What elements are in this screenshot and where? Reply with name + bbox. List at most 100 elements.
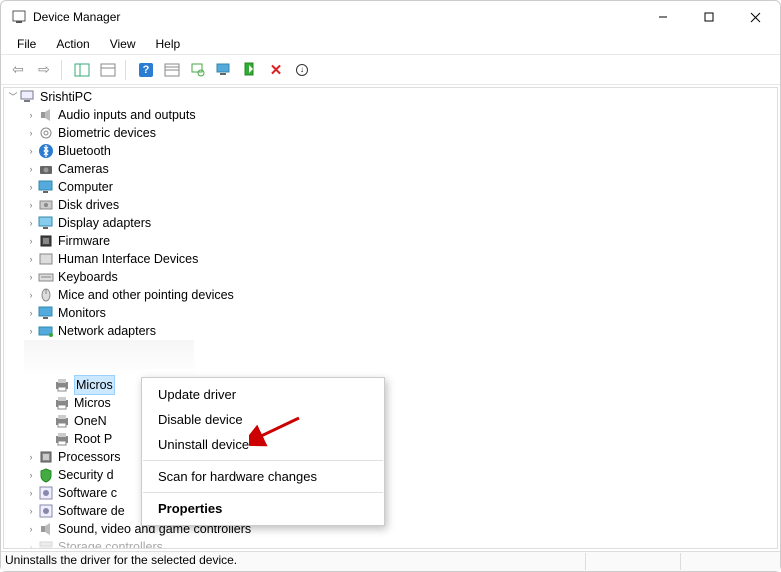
chevron-right-icon[interactable]: › — [24, 286, 38, 304]
help-button[interactable]: ? — [135, 59, 157, 81]
firmware-icon — [38, 233, 54, 249]
title-bar: Device Manager — [1, 1, 780, 33]
chevron-down-icon[interactable]: ﹀ — [6, 88, 20, 106]
chevron-right-icon[interactable]: › — [24, 520, 38, 538]
monitor-button[interactable] — [213, 59, 235, 81]
menu-file[interactable]: File — [7, 35, 46, 53]
tree-device[interactable]: OneN — [4, 412, 777, 430]
software-icon — [38, 485, 54, 501]
enable-button[interactable] — [239, 59, 261, 81]
tree-category[interactable]: ›Cameras — [4, 160, 777, 178]
details-button[interactable] — [161, 59, 183, 81]
chevron-right-icon[interactable]: › — [24, 142, 38, 160]
ctx-scan-hardware[interactable]: Scan for hardware changes — [142, 464, 384, 489]
tree-category[interactable]: ›Sound, video and game controllers — [4, 520, 777, 538]
keyboard-icon — [38, 269, 54, 285]
chevron-right-icon[interactable]: › — [24, 448, 38, 466]
fingerprint-icon — [38, 125, 54, 141]
tree-root[interactable]: ﹀ SrishtiPC — [4, 88, 777, 106]
tree-category[interactable]: › Security d — [4, 466, 777, 484]
view-button[interactable] — [97, 59, 119, 81]
tree-category[interactable]: ›Software de — [4, 502, 777, 520]
tree-device[interactable]: Root P — [4, 430, 777, 448]
tree-category[interactable]: ›Biometric devices — [4, 124, 777, 142]
chevron-right-icon[interactable]: › — [24, 214, 38, 232]
tree-category[interactable]: › Keyboards — [4, 268, 777, 286]
devmgr-icon — [11, 9, 27, 25]
network-icon — [38, 323, 54, 339]
tree-category-label: Display adapters — [58, 214, 151, 232]
device-tree[interactable]: ﹀ SrishtiPC ›Audio inputs and outputs›Bi… — [3, 87, 778, 549]
tree-category-label: Processors — [58, 448, 121, 466]
printer-icon — [54, 413, 70, 429]
tree-category[interactable]: ›Bluetooth — [4, 142, 777, 160]
forward-icon: ⇨ — [38, 61, 50, 78]
tree-category[interactable]: ›Audio inputs and outputs — [4, 106, 777, 124]
tree-category[interactable]: › Software c — [4, 484, 777, 502]
enable-icon — [242, 62, 258, 78]
camera-icon — [38, 161, 54, 177]
window-title: Device Manager — [11, 9, 640, 25]
tree-category-label: Human Interface Devices — [58, 250, 198, 268]
scan-button[interactable] — [187, 59, 209, 81]
chevron-right-icon[interactable]: › — [24, 160, 38, 178]
tree-category-label: Storage controllers — [58, 538, 163, 549]
software-icon — [38, 503, 54, 519]
tree-category[interactable]: ›Disk drives — [4, 196, 777, 214]
chevron-right-icon[interactable]: › — [24, 250, 38, 268]
tree-device[interactable]: Micros — [4, 376, 777, 394]
chevron-right-icon[interactable]: › — [24, 484, 38, 502]
tree-category[interactable]: › Storage controllers — [4, 538, 777, 549]
menu-view[interactable]: View — [100, 35, 146, 53]
chevron-right-icon[interactable]: › — [24, 322, 38, 340]
ctx-separator-1 — [143, 460, 383, 461]
tree-category-label: Software c — [58, 484, 117, 502]
menu-help[interactable]: Help — [146, 35, 191, 53]
storage-icon — [38, 539, 54, 549]
context-menu: Update driver Disable device Uninstall d… — [141, 377, 385, 526]
tree-category-label: Security d — [58, 466, 114, 484]
tree-category[interactable]: ›Mice and other pointing devices — [4, 286, 777, 304]
chevron-right-icon[interactable]: › — [24, 232, 38, 250]
tree-device-label: Micros — [74, 375, 115, 395]
update-button[interactable]: ↓ — [291, 59, 313, 81]
tree-device-label: Micros — [74, 394, 111, 412]
chevron-right-icon[interactable]: › — [24, 502, 38, 520]
maximize-button[interactable] — [686, 2, 732, 32]
ctx-properties[interactable]: Properties — [142, 496, 384, 521]
delete-icon: ✕ — [270, 61, 283, 79]
chevron-right-icon[interactable]: › — [24, 124, 38, 142]
chevron-right-icon[interactable]: › — [24, 304, 38, 322]
ctx-update-driver[interactable]: Update driver — [142, 382, 384, 407]
printer-icon — [54, 395, 70, 411]
window-buttons — [640, 2, 778, 32]
tree-category[interactable]: › Human Interface Devices — [4, 250, 777, 268]
tree-device[interactable]: Micros — [4, 394, 777, 412]
back-button[interactable]: ⇦ — [7, 59, 29, 81]
mouse-icon — [38, 287, 54, 303]
close-button[interactable] — [732, 2, 778, 32]
chevron-right-icon[interactable]: › — [24, 178, 38, 196]
security-icon — [38, 467, 54, 483]
delete-button[interactable]: ✕ — [265, 59, 287, 81]
tree-category[interactable]: ›Network adapters — [4, 322, 777, 340]
redacted-area — [24, 340, 194, 376]
view-icon — [100, 62, 116, 78]
tree-category[interactable]: › Display adapters — [4, 214, 777, 232]
properties-pane-button[interactable] — [71, 59, 93, 81]
chevron-right-icon[interactable]: › — [24, 466, 38, 484]
tree-category[interactable]: ›Firmware — [4, 232, 777, 250]
forward-button[interactable]: ⇨ — [33, 59, 55, 81]
chevron-right-icon[interactable]: › — [24, 268, 38, 286]
tree-category[interactable]: › Processors — [4, 448, 777, 466]
chevron-right-icon[interactable]: › — [24, 196, 38, 214]
menu-action[interactable]: Action — [46, 35, 99, 53]
tree-category-label: Keyboards — [58, 268, 118, 286]
tree-category[interactable]: ›Computer — [4, 178, 777, 196]
minimize-button[interactable] — [640, 2, 686, 32]
chevron-right-icon[interactable]: › — [24, 538, 38, 549]
toolbar-separator — [61, 60, 65, 80]
toolbar-separator-2 — [125, 60, 129, 80]
tree-category[interactable]: ›Monitors — [4, 304, 777, 322]
chevron-right-icon[interactable]: › — [24, 106, 38, 124]
